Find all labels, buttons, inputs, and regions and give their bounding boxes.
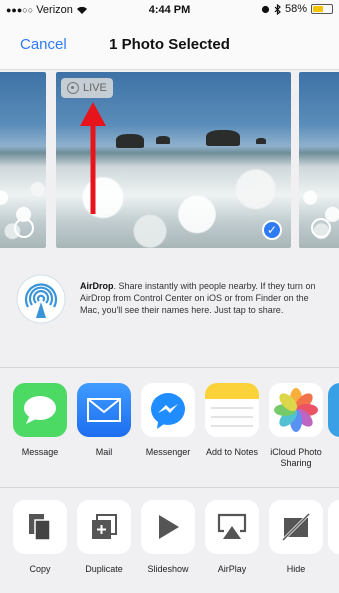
share-app-icloud-photo-sharing[interactable]: iCloud Photo Sharing: [264, 383, 328, 469]
duplicate-icon: [77, 500, 131, 554]
slideshow-icon: [141, 500, 195, 554]
share-app-notes[interactable]: Add to Notes: [200, 383, 264, 458]
airdrop-description: AirDrop. Share instantly with people nea…: [80, 280, 330, 316]
live-label: LIVE: [83, 82, 107, 94]
airdrop-icon[interactable]: [16, 274, 66, 324]
share-app-messenger[interactable]: Messenger: [136, 383, 200, 458]
action-slideshow[interactable]: Slideshow: [136, 500, 200, 575]
selection-ring-icon[interactable]: [311, 218, 331, 238]
copy-icon: [13, 500, 67, 554]
partial-app-icon: [328, 383, 339, 437]
share-app-label: iCloud Photo Sharing: [270, 447, 322, 468]
rock: [206, 130, 240, 146]
battery-icon: [311, 4, 333, 14]
share-app-mail[interactable]: Mail: [72, 383, 136, 458]
airdrop-body: . Share instantly with people nearby. If…: [80, 281, 316, 315]
action-airplay[interactable]: AirPlay: [200, 500, 264, 575]
photo-thumbnail-previous[interactable]: [0, 72, 46, 248]
bluetooth-icon: [274, 3, 281, 15]
selection-ring-icon[interactable]: [14, 218, 34, 238]
action-label: Hide: [286, 564, 306, 574]
share-app-partial[interactable]: [328, 383, 339, 437]
selected-check-icon[interactable]: ✓: [262, 220, 282, 240]
rock: [156, 136, 170, 144]
action-copy[interactable]: Copy: [8, 500, 72, 575]
message-icon: [13, 383, 67, 437]
page-title: 1 Photo Selected: [109, 36, 230, 53]
notes-icon: [205, 383, 259, 437]
nav-bar: Cancel 1 Photo Selected: [0, 20, 339, 70]
battery-percent: 58%: [284, 3, 307, 15]
action-duplicate[interactable]: Duplicate: [72, 500, 136, 575]
action-hide[interactable]: Hide: [264, 500, 328, 575]
annotation-arrow-icon: [80, 102, 106, 214]
actions-row: Copy Duplicate Slideshow AirPlay Hide: [0, 500, 339, 590]
share-app-label: Message: [21, 447, 59, 457]
live-photo-badge[interactable]: LIVE: [61, 78, 113, 98]
photo-thumbnail-selected[interactable]: LIVE ✓: [56, 72, 291, 248]
mail-icon: [77, 383, 131, 437]
airplay-icon: [205, 500, 259, 554]
hide-icon: [269, 500, 323, 554]
alarm-icon: [261, 5, 270, 13]
rock: [116, 134, 144, 148]
messenger-icon: [141, 383, 195, 437]
photo-strip[interactable]: LIVE ✓: [0, 72, 339, 248]
action-label: Slideshow: [147, 564, 189, 574]
live-photo-icon: [67, 82, 79, 94]
action-label: Copy: [29, 564, 51, 574]
photos-icon: [269, 383, 323, 437]
share-app-message[interactable]: Message: [8, 383, 72, 458]
photo-thumbnail-next[interactable]: [299, 72, 339, 248]
share-apps-row: Message Mail Messenger Add to Notes iClo…: [0, 383, 339, 483]
share-sheet-screen: ●●●○○ Verizon 4:44 PM 58% Cancel 1 Photo…: [0, 0, 339, 593]
action-label: AirPlay: [217, 564, 247, 574]
share-app-label: Messenger: [145, 447, 191, 457]
section-divider: [0, 487, 339, 488]
airdrop-title: AirDrop: [80, 281, 114, 291]
action-label: Duplicate: [85, 564, 123, 574]
partial-action-icon: [328, 500, 339, 554]
status-right-group: 58%: [261, 3, 333, 15]
share-app-label: Add to Notes: [205, 447, 259, 457]
share-app-label: Mail: [95, 447, 113, 457]
status-bar: ●●●○○ Verizon 4:44 PM 58%: [0, 0, 339, 20]
action-partial[interactable]: [328, 500, 339, 554]
rock: [256, 138, 266, 144]
